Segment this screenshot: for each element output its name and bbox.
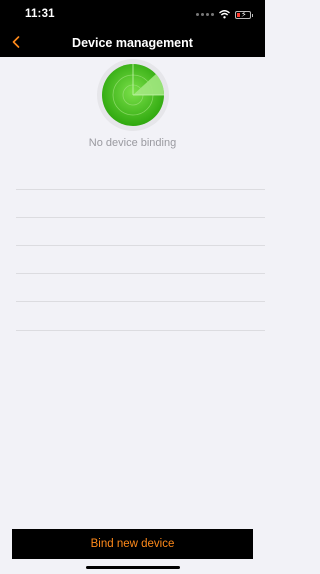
list-divider bbox=[16, 217, 265, 218]
battery-charging-icon: ⚡ bbox=[235, 10, 253, 19]
list-divider bbox=[16, 189, 265, 190]
status-icons: ⚡ bbox=[196, 10, 253, 19]
signal-dots-icon bbox=[196, 13, 214, 16]
radar-icon bbox=[97, 59, 169, 131]
page-title: Device management bbox=[72, 36, 193, 50]
list-divider bbox=[16, 301, 265, 302]
status-time: 11:31 bbox=[25, 8, 55, 20]
list-divider bbox=[16, 245, 265, 246]
wifi-icon bbox=[219, 10, 230, 19]
list-divider bbox=[16, 273, 265, 274]
bind-button-label: Bind new device bbox=[90, 538, 175, 550]
home-indicator[interactable] bbox=[86, 566, 180, 569]
empty-state-message: No device binding bbox=[88, 137, 177, 149]
bind-new-device-button[interactable]: Bind new device bbox=[12, 529, 253, 559]
header-bar: 11:31 ⚡ Device management bbox=[0, 0, 265, 57]
list-divider bbox=[16, 330, 265, 331]
